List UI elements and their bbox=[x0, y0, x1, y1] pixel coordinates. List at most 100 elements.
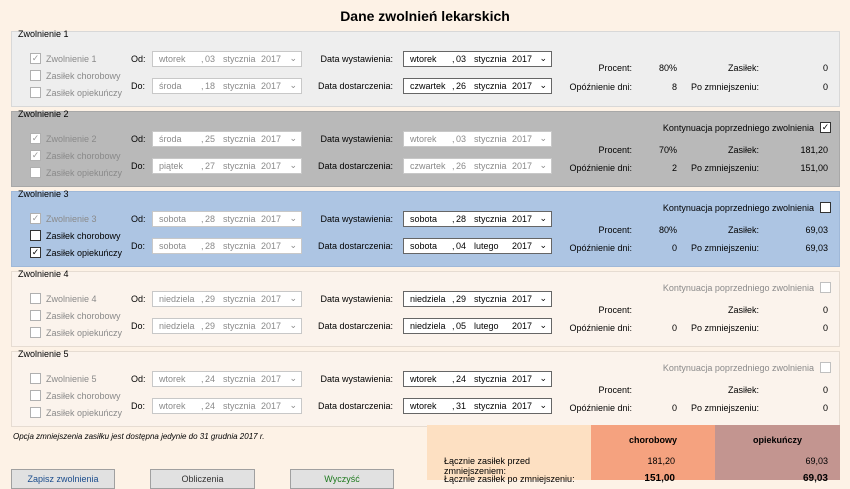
data-wystawienia-datepicker[interactable]: wtorek, 24 stycznia 2017 ⌄ bbox=[403, 371, 552, 387]
chevron-down-icon[interactable]: ⌄ bbox=[539, 213, 547, 224]
data-dostarczenia-datepicker[interactable]: wtorek, 31 stycznia 2017 ⌄ bbox=[403, 398, 552, 414]
data-dostarczenia-datepicker[interactable]: sobota, 04 lutego 2017 ⌄ bbox=[403, 238, 552, 254]
od-datepicker[interactable]: środa, 25 stycznia 2017 ⌄ bbox=[152, 131, 302, 147]
data-dostarczenia-datepicker-month: lutego bbox=[474, 241, 499, 251]
opoznienie-label: Opóźnienie dni: bbox=[569, 403, 632, 413]
chevron-down-icon[interactable]: ⌄ bbox=[539, 373, 547, 384]
zasilek-opiekunczy-checkbox[interactable]: Zasiłek opiekuńczy bbox=[30, 407, 122, 418]
zwolnienie-checkbox-label: Zwolnienie 3 bbox=[46, 213, 97, 224]
kontynuacja-checkbox[interactable] bbox=[820, 282, 831, 293]
zasilek-opiekunczy-checkbox[interactable]: ✓ Zasiłek opiekuńczy bbox=[30, 247, 122, 258]
zasilek-opiekunczy-checkbox-box[interactable] bbox=[30, 407, 41, 418]
opoznienie-label: Opóźnienie dni: bbox=[569, 243, 632, 253]
zwolnienie-checkbox[interactable]: ✓ Zwolnienie 3 bbox=[30, 213, 97, 224]
od-datepicker[interactable]: wtorek, 03 stycznia 2017 ⌄ bbox=[152, 51, 302, 67]
data-dostarczenia-datepicker[interactable]: czwartek, 26 stycznia 2017 ⌄ bbox=[403, 78, 552, 94]
zasilek-chorobowy-checkbox[interactable]: ✓ Zasiłek chorobowy bbox=[30, 150, 121, 161]
zasilek-opiekunczy-checkbox[interactable]: Zasiłek opiekuńczy bbox=[30, 327, 122, 338]
data-dostarczenia-datepicker-day: wtorek bbox=[410, 401, 437, 411]
opoznienie-label: Opóźnienie dni: bbox=[569, 82, 632, 92]
zasilek-opiekunczy-checkbox-box[interactable]: ✓ bbox=[30, 247, 41, 258]
kontynuacja-checkbox[interactable] bbox=[820, 362, 831, 373]
zasilek-chorobowy-checkbox-box[interactable] bbox=[30, 310, 41, 321]
kontynuacja-checkbox[interactable]: ✓ bbox=[820, 122, 831, 133]
do-datepicker-month: stycznia bbox=[223, 241, 256, 251]
chevron-down-icon[interactable]: ⌄ bbox=[539, 240, 547, 251]
zasilek-chorobowy-checkbox[interactable]: Zasiłek chorobowy bbox=[30, 70, 121, 81]
zwolnienie-checkbox[interactable]: Zwolnienie 5 bbox=[30, 373, 97, 384]
zasilek-chorobowy-checkbox[interactable]: Zasiłek chorobowy bbox=[30, 230, 121, 241]
zasilek-opiekunczy-checkbox-box[interactable] bbox=[30, 87, 41, 98]
data-dostarczenia-datepicker-day: czwartek bbox=[410, 81, 446, 91]
zwolnienie-checkbox-box[interactable]: ✓ bbox=[30, 133, 41, 144]
zwolnienie-checkbox-box[interactable]: ✓ bbox=[30, 213, 41, 224]
zasilek-opiekunczy-checkbox[interactable]: Zasiłek opiekuńczy bbox=[30, 87, 122, 98]
do-datepicker[interactable]: niedziela, 29 stycznia 2017 ⌄ bbox=[152, 318, 302, 334]
zasilek-opiekunczy-checkbox[interactable]: Zasiłek opiekuńczy bbox=[30, 167, 122, 178]
do-datepicker-num: 18 bbox=[205, 81, 216, 91]
od-datepicker-day: środa bbox=[159, 134, 182, 144]
zwolnienie-checkbox-box[interactable] bbox=[30, 293, 41, 304]
do-label: Do: bbox=[131, 241, 146, 251]
kontynuacja-checkbox[interactable] bbox=[820, 202, 831, 213]
data-dostarczenia-datepicker-month: stycznia bbox=[474, 81, 507, 91]
data-dostarczenia-datepicker-sep: , bbox=[452, 241, 455, 251]
group-zwolnienie-5: Zwolnienie 5 Zwolnienie 5 Zasiłek chorobow… bbox=[11, 349, 840, 427]
data-dostarczenia-datepicker-num: 26 bbox=[456, 161, 467, 171]
data-dostarczenia-datepicker[interactable]: czwartek, 26 stycznia 2017 ⌄ bbox=[403, 158, 552, 174]
zwolnienie-checkbox[interactable]: ✓ Zwolnienie 2 bbox=[30, 133, 97, 144]
chevron-down-icon[interactable]: ⌄ bbox=[539, 53, 547, 64]
data-wystawienia-datepicker[interactable]: wtorek, 03 stycznia 2017 ⌄ bbox=[403, 131, 552, 147]
od-label: Od: bbox=[131, 374, 146, 384]
zasilek-label: Zasiłek: bbox=[727, 385, 759, 395]
do-datepicker-sep: , bbox=[201, 161, 204, 171]
chevron-down-icon[interactable]: ⌄ bbox=[539, 293, 547, 304]
data-wystawienia-datepicker[interactable]: sobota, 28 stycznia 2017 ⌄ bbox=[403, 211, 552, 227]
data-dostarczenia-datepicker[interactable]: niedziela, 05 lutego 2017 ⌄ bbox=[403, 318, 552, 334]
zasilek-opiekunczy-checkbox-box[interactable] bbox=[30, 167, 41, 178]
zwolnienie-checkbox-box[interactable] bbox=[30, 373, 41, 384]
chevron-down-icon[interactable]: ⌄ bbox=[539, 320, 547, 331]
data-wystawienia-datepicker[interactable]: wtorek, 03 stycznia 2017 ⌄ bbox=[403, 51, 552, 67]
zwolnienie-checkbox[interactable]: ✓ Zwolnienie 1 bbox=[30, 53, 97, 64]
zasilek-chorobowy-checkbox[interactable]: Zasiłek chorobowy bbox=[30, 390, 121, 401]
zasilek-chorobowy-checkbox-box[interactable]: ✓ bbox=[30, 150, 41, 161]
od-datepicker-month: stycznia bbox=[223, 54, 256, 64]
zwolnienie-checkbox-label: Zwolnienie 4 bbox=[46, 293, 97, 304]
data-wystawienia-datepicker[interactable]: niedziela, 29 stycznia 2017 ⌄ bbox=[403, 291, 552, 307]
od-datepicker[interactable]: sobota, 28 stycznia 2017 ⌄ bbox=[152, 211, 302, 227]
zasilek-chorobowy-checkbox[interactable]: Zasiłek chorobowy bbox=[30, 310, 121, 321]
od-datepicker-month: stycznia bbox=[223, 374, 256, 384]
do-datepicker[interactable]: piątek, 27 stycznia 2017 ⌄ bbox=[152, 158, 302, 174]
summary-chorobowy-column: chorobowy 181,20 151,00 bbox=[591, 425, 715, 484]
od-datepicker-year: 2017 bbox=[261, 374, 282, 384]
do-datepicker[interactable]: sobota, 28 stycznia 2017 ⌄ bbox=[152, 238, 302, 254]
zasilek-chorobowy-checkbox-box[interactable] bbox=[30, 390, 41, 401]
zasilek-chorobowy-checkbox-box[interactable] bbox=[30, 70, 41, 81]
data-wystawienia-datepicker-day: wtorek bbox=[410, 374, 437, 384]
od-datepicker[interactable]: wtorek, 24 stycznia 2017 ⌄ bbox=[152, 371, 302, 387]
opoznienie-label: Opóźnienie dni: bbox=[569, 323, 632, 333]
do-datepicker[interactable]: środa, 18 stycznia 2017 ⌄ bbox=[152, 78, 302, 94]
zasilek-chorobowy-checkbox-box[interactable] bbox=[30, 230, 41, 241]
zwolnienie-checkbox-box[interactable]: ✓ bbox=[30, 53, 41, 64]
zwolnienie-checkbox[interactable]: Zwolnienie 4 bbox=[30, 293, 97, 304]
do-datepicker[interactable]: wtorek, 24 stycznia 2017 ⌄ bbox=[152, 398, 302, 414]
od-datepicker-day: wtorek bbox=[159, 54, 186, 64]
calculate-button[interactable]: Obliczenia bbox=[150, 469, 255, 489]
summary-after-label: Łącznie zasiłek po zmniejszeniu: bbox=[444, 474, 575, 484]
chevron-down-icon[interactable]: ⌄ bbox=[539, 133, 547, 144]
od-datepicker[interactable]: niedziela, 29 stycznia 2017 ⌄ bbox=[152, 291, 302, 307]
od-datepicker-sep: , bbox=[201, 54, 204, 64]
chevron-down-icon[interactable]: ⌄ bbox=[539, 80, 547, 91]
do-datepicker-sep: , bbox=[201, 81, 204, 91]
data-wystawienia-datepicker-sep: , bbox=[452, 374, 455, 384]
chevron-down-icon[interactable]: ⌄ bbox=[539, 400, 547, 411]
data-dostarczenia-datepicker-sep: , bbox=[452, 81, 455, 91]
data-wystawienia-datepicker-year: 2017 bbox=[512, 294, 533, 304]
save-button[interactable]: Zapisz zwolnienia bbox=[11, 469, 115, 489]
chevron-down-icon[interactable]: ⌄ bbox=[539, 160, 547, 171]
clear-button[interactable]: Wyczyść bbox=[290, 469, 394, 489]
zasilek-opiekunczy-checkbox-label: Zasiłek opiekuńczy bbox=[46, 327, 123, 338]
zasilek-opiekunczy-checkbox-box[interactable] bbox=[30, 327, 41, 338]
